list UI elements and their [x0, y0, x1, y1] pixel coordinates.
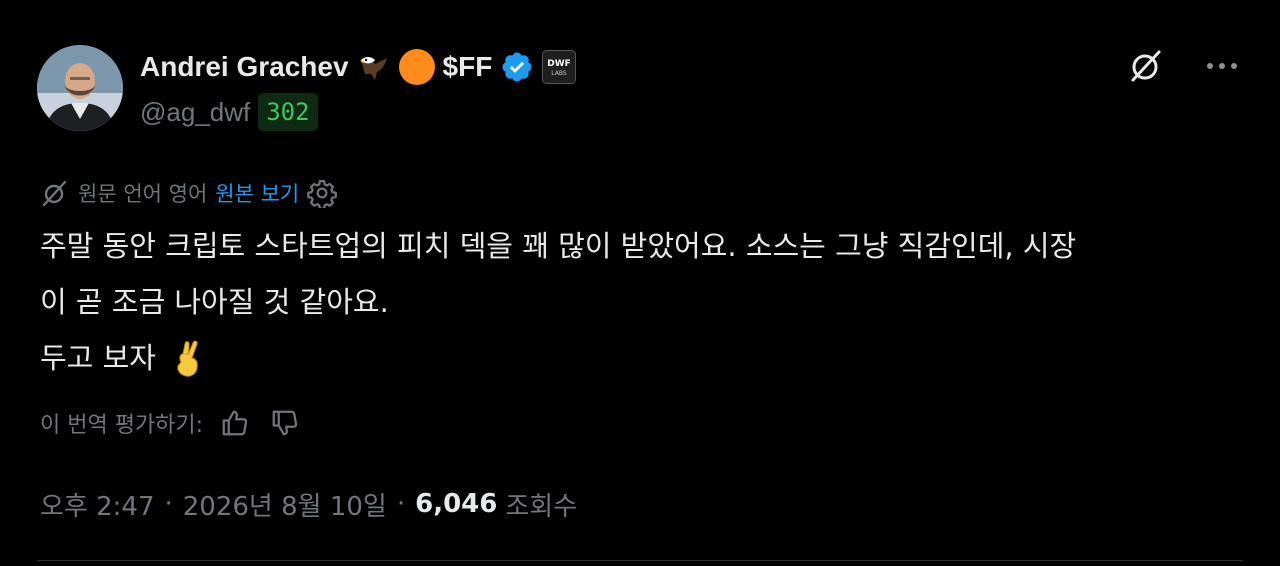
tweet-text-line-with-emoji: 두고 보자 — [40, 330, 1240, 386]
separator-dot: · — [396, 489, 406, 519]
rate-translation-label: 이 번역 평가하기: — [40, 413, 204, 438]
author-name[interactable]: Andrei Grachev — [140, 51, 349, 83]
translation-source-language: 원문 언어 영어 — [78, 182, 208, 206]
grok-button[interactable] — [1126, 46, 1166, 86]
grok-translate-icon — [42, 180, 67, 207]
thumbs-up-icon — [222, 410, 248, 436]
orange-circle-icon — [398, 49, 435, 85]
verified-badge-icon[interactable] — [500, 50, 534, 84]
dwf-labs-logo-icon[interactable]: DWF LABS — [542, 50, 577, 84]
author-handle-row: @ag_dwf 302 — [140, 92, 318, 132]
ticker-symbol: $FF — [442, 51, 493, 82]
separator-dot: · — [164, 489, 173, 519]
tweet-text-line: 두고 보자 — [40, 341, 156, 375]
tweet-body: 주말 동안 크립토 스타트업의 피치 덱을 꽤 많이 받았어요. 소스는 그냥 … — [40, 218, 1240, 386]
author-avatar[interactable] — [37, 45, 123, 131]
author-name-row: Andrei Grachev $FF DWF LABS — [140, 47, 577, 87]
avatar-photo — [37, 45, 123, 131]
svg-text:LABS: LABS — [552, 70, 568, 77]
tweet-date[interactable]: 2026년 8월 10일 — [183, 486, 387, 523]
show-original-link[interactable]: 원본 보기 — [215, 178, 299, 208]
score-badge: 302 — [258, 93, 318, 131]
tweet-time[interactable]: 오후 2:47 — [40, 486, 155, 523]
tweet-meta: 오후 2:47 · 2026년 8월 10일 · 6,046 조회수 — [40, 484, 577, 524]
author-handle[interactable]: @ag_dwf — [140, 97, 250, 128]
views-label: 조회수 — [505, 491, 578, 522]
crossed-fingers-icon — [177, 340, 198, 377]
tweet-top-actions — [1126, 46, 1242, 86]
tweet-text-line: 이 곧 조금 나아질 것 같아요. — [40, 285, 389, 319]
more-icon — [1207, 63, 1237, 69]
settings-gear-icon[interactable] — [307, 178, 338, 208]
translation-bar: 원문 언어 영어 원본 보기 — [40, 175, 338, 211]
thumbs-down-icon — [272, 410, 298, 436]
svg-text:DWF: DWF — [548, 59, 572, 69]
divider — [37, 560, 1243, 561]
more-options-button[interactable] — [1202, 46, 1242, 86]
thumbs-down-button[interactable] — [267, 405, 303, 441]
rate-translation-row: 이 번역 평가하기: — [40, 403, 303, 443]
tweet-text-line: 주말 동안 크립토 스타트업의 피치 덱을 꽤 많이 받았어요. 소스는 그냥 … — [40, 229, 1077, 263]
eagle-icon — [357, 50, 391, 84]
thumbs-up-button[interactable] — [217, 405, 253, 441]
grok-icon — [1131, 50, 1161, 82]
views-count[interactable]: 6,046 — [415, 489, 497, 519]
